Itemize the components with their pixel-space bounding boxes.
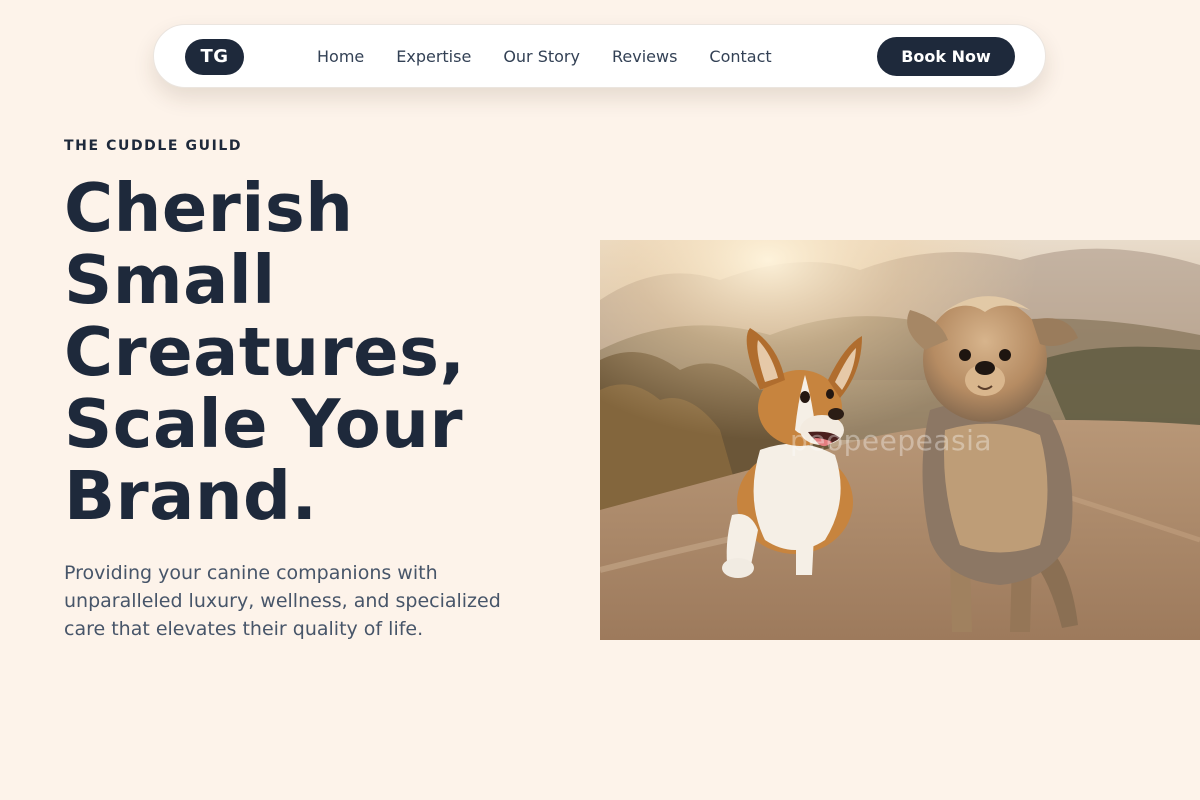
top-nav: TG Home Expertise Our Story Reviews Cont… [153,24,1046,88]
headline-line: Scale Your [64,385,464,463]
photo-watermark: peopeepeasia [790,424,993,457]
nav-link-contact[interactable]: Contact [709,47,771,66]
hero-photo: peopeepeasia [600,240,1200,640]
headline-line: Creatures, [64,313,466,391]
book-now-button[interactable]: Book Now [877,37,1015,76]
hero-subtext: Providing your canine companions with un… [64,562,501,640]
nav-link-our-story[interactable]: Our Story [503,47,580,66]
landing-page: TG Home Expertise Our Story Reviews Cont… [0,0,1200,800]
nav-link-reviews[interactable]: Reviews [612,47,677,66]
nav-links: Home Expertise Our Story Reviews Contact [317,25,772,87]
brand-eyebrow: THE CUDDLE GUILD [64,138,243,154]
headline-line: Brand. [64,457,318,535]
nav-link-home[interactable]: Home [317,47,364,66]
headline-line: Small [64,241,276,319]
brand-logo[interactable]: TG [185,39,244,75]
hero-headline: Cherish Small Creatures, Scale Your Bran… [64,172,584,532]
headline-line: Cherish [64,169,354,247]
nav-link-expertise[interactable]: Expertise [396,47,471,66]
